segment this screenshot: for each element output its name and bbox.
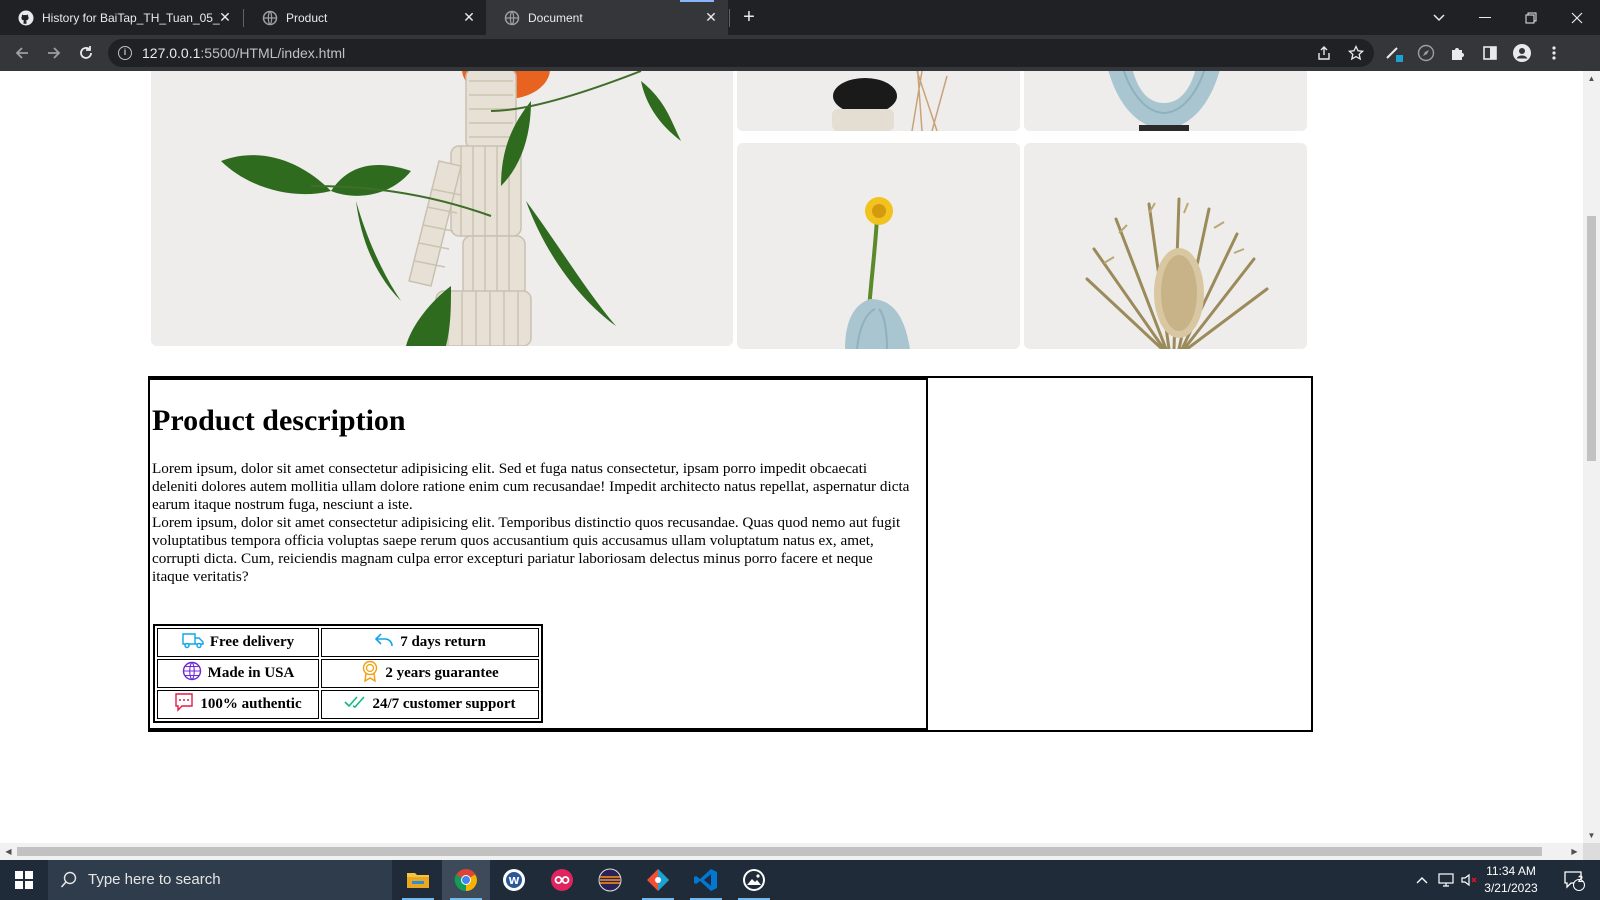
description-paragraph: Lorem ipsum, dolor sit amet consectetur …: [152, 460, 910, 513]
vertical-scroll-thumb[interactable]: [1587, 216, 1596, 461]
horizontal-scrollbar[interactable]: ◀ ▶: [0, 843, 1583, 860]
photos-app-icon[interactable]: [730, 860, 778, 900]
product-thumb-3: [737, 143, 1020, 349]
git-kraken-icon[interactable]: [634, 860, 682, 900]
windows-logo-icon: [15, 871, 33, 889]
browser-toolbar: i 127.0.0.1:5500/HTML/index.html: [0, 35, 1600, 71]
forward-button[interactable]: [40, 39, 68, 67]
product-description-content: Product description Lorem ipsum, dolor s…: [150, 378, 928, 730]
product-description-side-panel: [930, 378, 1311, 730]
globe-icon: [262, 10, 278, 26]
globe-icon: [182, 661, 202, 686]
tab-product[interactable]: Product ✕: [244, 0, 486, 35]
description-paragraph: Lorem ipsum, dolor sit amet consectetur …: [152, 514, 901, 585]
product-features-table: Free delivery 7 days return Made in USA …: [153, 624, 543, 723]
page-viewport: Product description Lorem ipsum, dolor s…: [0, 71, 1583, 843]
close-window-button[interactable]: [1554, 0, 1600, 35]
product-thumb-2: [1024, 71, 1307, 131]
restore-button[interactable]: [1508, 0, 1554, 35]
oo-app-icon[interactable]: [538, 860, 586, 900]
vscode-icon[interactable]: [682, 860, 730, 900]
product-thumb-4: [1024, 143, 1307, 349]
start-button[interactable]: [0, 860, 48, 900]
close-tab-icon[interactable]: ✕: [462, 10, 476, 24]
browser-tab-bar: History for BaiTap_TH_Tuan_05_W ✕ Produc…: [0, 0, 1600, 35]
close-tab-icon[interactable]: ✕: [218, 10, 232, 24]
product-description-section: Product description Lorem ipsum, dolor s…: [148, 376, 1313, 732]
tab-search-icon[interactable]: [1416, 0, 1462, 35]
side-panel-icon[interactable]: [1478, 41, 1502, 65]
close-tab-icon[interactable]: ✕: [704, 10, 718, 24]
horizontal-scroll-thumb[interactable]: [17, 847, 1542, 856]
chat-icon: [174, 692, 194, 717]
scroll-up-icon[interactable]: ▲: [1587, 74, 1596, 83]
extension-pen-icon[interactable]: [1382, 41, 1406, 65]
new-tab-button[interactable]: +: [738, 6, 760, 28]
feature-100-authentic: 100% authentic: [157, 690, 319, 719]
double-check-icon: [344, 695, 366, 714]
vertical-scrollbar[interactable]: ▲ ▼: [1583, 71, 1600, 843]
scrollbar-corner: [1583, 843, 1600, 860]
address-bar[interactable]: i 127.0.0.1:5500/HTML/index.html: [108, 39, 1374, 67]
product-description-text: Lorem ipsum, dolor sit amet consectetur …: [152, 460, 912, 586]
feature-24-7-support: 24/7 customer support: [321, 690, 539, 719]
profile-icon[interactable]: [1510, 41, 1534, 65]
tab-history[interactable]: History for BaiTap_TH_Tuan_05_W ✕: [0, 0, 242, 35]
clock-date: 3/21/2023: [1484, 881, 1538, 895]
menu-kebab-icon[interactable]: [1542, 41, 1566, 65]
truck-icon: [182, 631, 204, 654]
minimize-button[interactable]: [1462, 0, 1508, 35]
eclipse-icon[interactable]: [586, 860, 634, 900]
product-thumb-1: [737, 71, 1020, 131]
product-description-title: Product description: [152, 404, 406, 437]
taskbar-search-box[interactable]: Type here to search: [48, 860, 392, 900]
scroll-left-icon[interactable]: ◀: [4, 847, 13, 856]
tab-title: Product: [286, 10, 328, 25]
compass-extension-icon[interactable]: [1414, 41, 1438, 65]
clock-time: 11:34 AM: [1486, 864, 1536, 878]
feature-7-days-return: 7 days return: [321, 628, 539, 657]
tab-title: Document: [528, 10, 583, 25]
network-icon[interactable]: [1434, 860, 1458, 900]
tab-loading-indicator: [680, 0, 714, 2]
word-app-icon[interactable]: W: [490, 860, 538, 900]
github-icon: [18, 10, 34, 26]
search-placeholder: Type here to search: [88, 871, 221, 888]
product-main-image: [151, 71, 733, 346]
reload-button[interactable]: [72, 39, 100, 67]
award-icon: [361, 660, 379, 687]
search-icon: [60, 871, 78, 893]
notification-center-button[interactable]: 2: [1554, 860, 1594, 900]
feature-2-years-guarantee: 2 years guarantee: [321, 659, 539, 688]
bookmark-star-icon[interactable]: [1344, 41, 1368, 65]
feature-free-delivery: Free delivery: [157, 628, 319, 657]
back-button[interactable]: [8, 39, 36, 67]
feature-made-in-usa: Made in USA: [157, 659, 319, 688]
globe-icon: [504, 10, 520, 26]
scroll-down-icon[interactable]: ▼: [1587, 831, 1596, 840]
chrome-icon[interactable]: [442, 860, 490, 900]
return-arrow-icon: [374, 632, 394, 653]
svg-text:W: W: [508, 876, 519, 887]
tab-title: History for BaiTap_TH_Tuan_05_W: [42, 10, 220, 25]
site-info-icon[interactable]: i: [118, 46, 132, 60]
scroll-right-icon[interactable]: ▶: [1570, 847, 1579, 856]
file-explorer-icon[interactable]: [394, 860, 442, 900]
windows-taskbar: Type here to search W 11:34 AM 3/21/2023: [0, 860, 1600, 900]
show-hidden-icons-button[interactable]: [1412, 860, 1432, 900]
extensions-puzzle-icon[interactable]: [1446, 41, 1470, 65]
url-text[interactable]: 127.0.0.1:5500/HTML/index.html: [142, 45, 345, 61]
taskbar-clock[interactable]: 11:34 AM 3/21/2023: [1476, 863, 1546, 897]
share-icon[interactable]: [1312, 41, 1336, 65]
notification-count: 2: [1578, 874, 1584, 884]
tab-document[interactable]: Document ✕: [486, 0, 728, 35]
